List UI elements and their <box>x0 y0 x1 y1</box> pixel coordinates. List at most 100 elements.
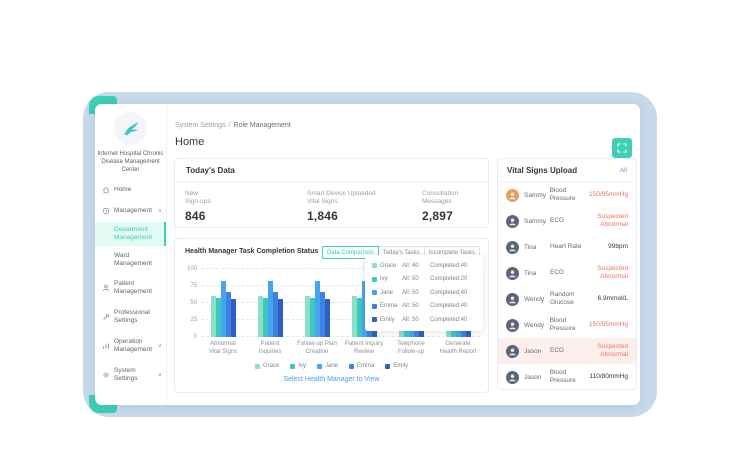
breadcrumb-item[interactable]: System Settings <box>175 122 226 129</box>
stat-label-line: Smart Device Uploaded <box>307 190 376 197</box>
sidebar-item-management[interactable]: Management ∧ <box>95 202 166 220</box>
x-axis-label-line: Health Report <box>439 348 477 355</box>
avatar <box>506 318 519 332</box>
stat-label-line: Sign-ups <box>185 198 211 205</box>
sidebar-item-system-settings[interactable]: System Settings ∨ <box>95 362 166 388</box>
vital-value: 150/95mmHg <box>588 321 628 328</box>
vital-value: Suspected Abnormal <box>597 213 628 228</box>
operation-icon <box>102 342 110 350</box>
page-background: Internet Hospital Chronic Disease Managem… <box>0 0 737 458</box>
vital-name: Jason <box>524 373 542 381</box>
breadcrumb: System Settings / Role Management <box>175 122 291 129</box>
legend-swatch <box>372 263 377 269</box>
legend-name: Emily <box>380 316 395 323</box>
page-title: Home <box>175 136 205 148</box>
sidebar-item-operation-management[interactable]: Operation Management ∨ <box>95 333 166 359</box>
legend-name: Grace <box>380 262 397 269</box>
legend-all-count: All: 50 <box>402 276 419 283</box>
sidebar: Internet Hospital Chronic Disease Managem… <box>95 104 167 405</box>
vital-row[interactable]: Wendy Random Glucose 6.9mmol/L <box>498 286 636 312</box>
vital-row[interactable]: Tina Heart Rate 99bpm <box>498 234 636 260</box>
x-axis-label-line: Patient <box>260 341 280 347</box>
legend-all-count: All: 50 <box>402 289 419 296</box>
vital-name: Wendy <box>524 295 545 303</box>
sidebar-item-label: Patient Management <box>114 280 152 295</box>
stat-new-sign-ups: New Sign-ups 846 <box>185 190 307 223</box>
legend-row-emily: Emily All: 50 Completed:40 <box>372 313 476 327</box>
chart-card: Health Manager Task Completion Status Da… <box>174 238 489 393</box>
x-axis-label-line: Patient Inquiry <box>344 341 384 347</box>
fullscreen-button[interactable] <box>612 138 632 158</box>
legend-completed-count: Completed:20 <box>430 276 468 283</box>
x-axis-label-line: Follow-up Plan <box>297 341 337 347</box>
bar-group-abnormal-vital-signs <box>201 281 245 337</box>
vital-name: Jason <box>524 347 542 355</box>
avatar <box>506 344 519 358</box>
x-axis-label-line: Follow-up <box>397 348 424 355</box>
stat-label-line: Messages <box>422 198 452 205</box>
vital-signs-all-link[interactable]: All <box>620 167 627 174</box>
chart-legend-item-emma[interactable]: Emma <box>349 363 374 369</box>
sidebar-item-home[interactable]: Home <box>95 181 166 199</box>
org-title-line: Disease Management <box>101 159 160 165</box>
vital-row[interactable]: Sammy ECG Suspected Abnormal <box>498 208 636 234</box>
breadcrumb-item-current[interactable]: Role Management <box>234 122 291 129</box>
chart-legend-label: Jane <box>324 363 338 369</box>
legend-all-count: All: 50 <box>402 316 419 323</box>
vital-metric: Random Glucose <box>550 291 575 306</box>
sidebar-nav: Home Management ∧ Department Management Ward… <box>95 181 166 388</box>
sidebar-item-professional-settings[interactable]: Professional Settings <box>95 304 166 330</box>
vital-row[interactable]: Jason ECG Suspected Abnormal <box>498 338 636 364</box>
vital-value: Suspected Abnormal <box>597 265 628 280</box>
main-content: System Settings / Role Management Home Tod… <box>167 104 497 405</box>
vital-name: Sammy <box>524 191 547 199</box>
vital-metric: Heart Rate <box>550 243 582 250</box>
chart-legend-label: Ivy <box>298 363 306 369</box>
x-axis-label-follow-up-plan-creation: Follow-up Plan Creation <box>295 341 339 356</box>
legend-all-count: All: 40 <box>402 262 419 269</box>
chart-legend-item-jane[interactable]: Jane <box>316 363 338 369</box>
stats-row: New Sign-ups 846 Smart Device Uploaded Vital… <box>175 182 488 223</box>
legend-swatch <box>349 363 354 369</box>
vital-row[interactable]: Sammy Blood Pressure 150/95mmHg <box>498 182 636 208</box>
legend-swatch <box>254 363 260 369</box>
sidebar-item-department-management[interactable]: Department Management <box>95 222 166 246</box>
vital-signs-list: Sammy Blood Pressure 150/95mmHg Sammy ECG Sus… <box>498 182 636 389</box>
sidebar-item-ward-management[interactable]: Ward Management <box>95 248 166 272</box>
legend-completed-count: Completed:40 <box>430 303 468 310</box>
vital-row[interactable]: Jason Blood Pressure 110/80mmHg <box>498 364 636 389</box>
vital-row[interactable]: Tina ECG Suspected Abnormal <box>498 260 636 286</box>
sidebar-item-label: Home <box>114 186 132 193</box>
sidebar-item-label: Management <box>114 207 152 214</box>
app-window: Internet Hospital Chronic Disease Managem… <box>95 104 640 405</box>
vital-metric: ECG <box>550 217 565 224</box>
legend-completed-count: Completed:40 <box>430 289 468 296</box>
select-health-manager-link[interactable]: Select Health Manager to View <box>175 376 488 383</box>
vital-metric: Blood Pressure <box>549 369 576 384</box>
x-axis-label-line: Generate <box>445 341 471 347</box>
logo <box>114 112 147 145</box>
legend-row-jane: Jane All: 50 Completed:40 <box>372 286 476 300</box>
avatar <box>506 240 519 254</box>
legend-overlay: Grace All: 40 Completed:40 Ivy All: 50 Comple… <box>365 255 483 331</box>
x-axis-label-line: Creation <box>305 348 329 355</box>
x-axis-label-patient-inquiries: Patient Inquiries <box>248 341 292 356</box>
avatar <box>506 292 519 306</box>
avatar <box>506 214 519 228</box>
fullscreen-icon <box>617 143 627 153</box>
vital-signs-header: Vital Signs Upload All <box>498 159 636 182</box>
vital-value: Suspected Abnormal <box>597 343 628 358</box>
chart-legend-item-emily[interactable]: Emily <box>385 363 408 369</box>
sidebar-item-patient-management[interactable]: Patient Management <box>95 275 166 301</box>
stat-label-line: Consultation <box>422 190 459 197</box>
vital-row[interactable]: Wendy Blood Pressure 150/95mmHg <box>498 312 636 338</box>
chart-legend-item-ivy[interactable]: Ivy <box>290 363 306 369</box>
x-axis-label-telephone-follow-up: Telephone Follow-up <box>389 341 433 356</box>
org-title-line: Internet Hospital Chronic <box>97 151 164 157</box>
legend-all-count: All: 50 <box>402 303 419 310</box>
chart-legend-item-grace[interactable]: Grace <box>254 363 280 369</box>
y-axis-label: 25 <box>190 317 197 323</box>
chart-legend-label: Grace <box>262 363 280 369</box>
management-icon <box>102 207 110 215</box>
stat-label-line: Vital Signs <box>307 198 338 205</box>
